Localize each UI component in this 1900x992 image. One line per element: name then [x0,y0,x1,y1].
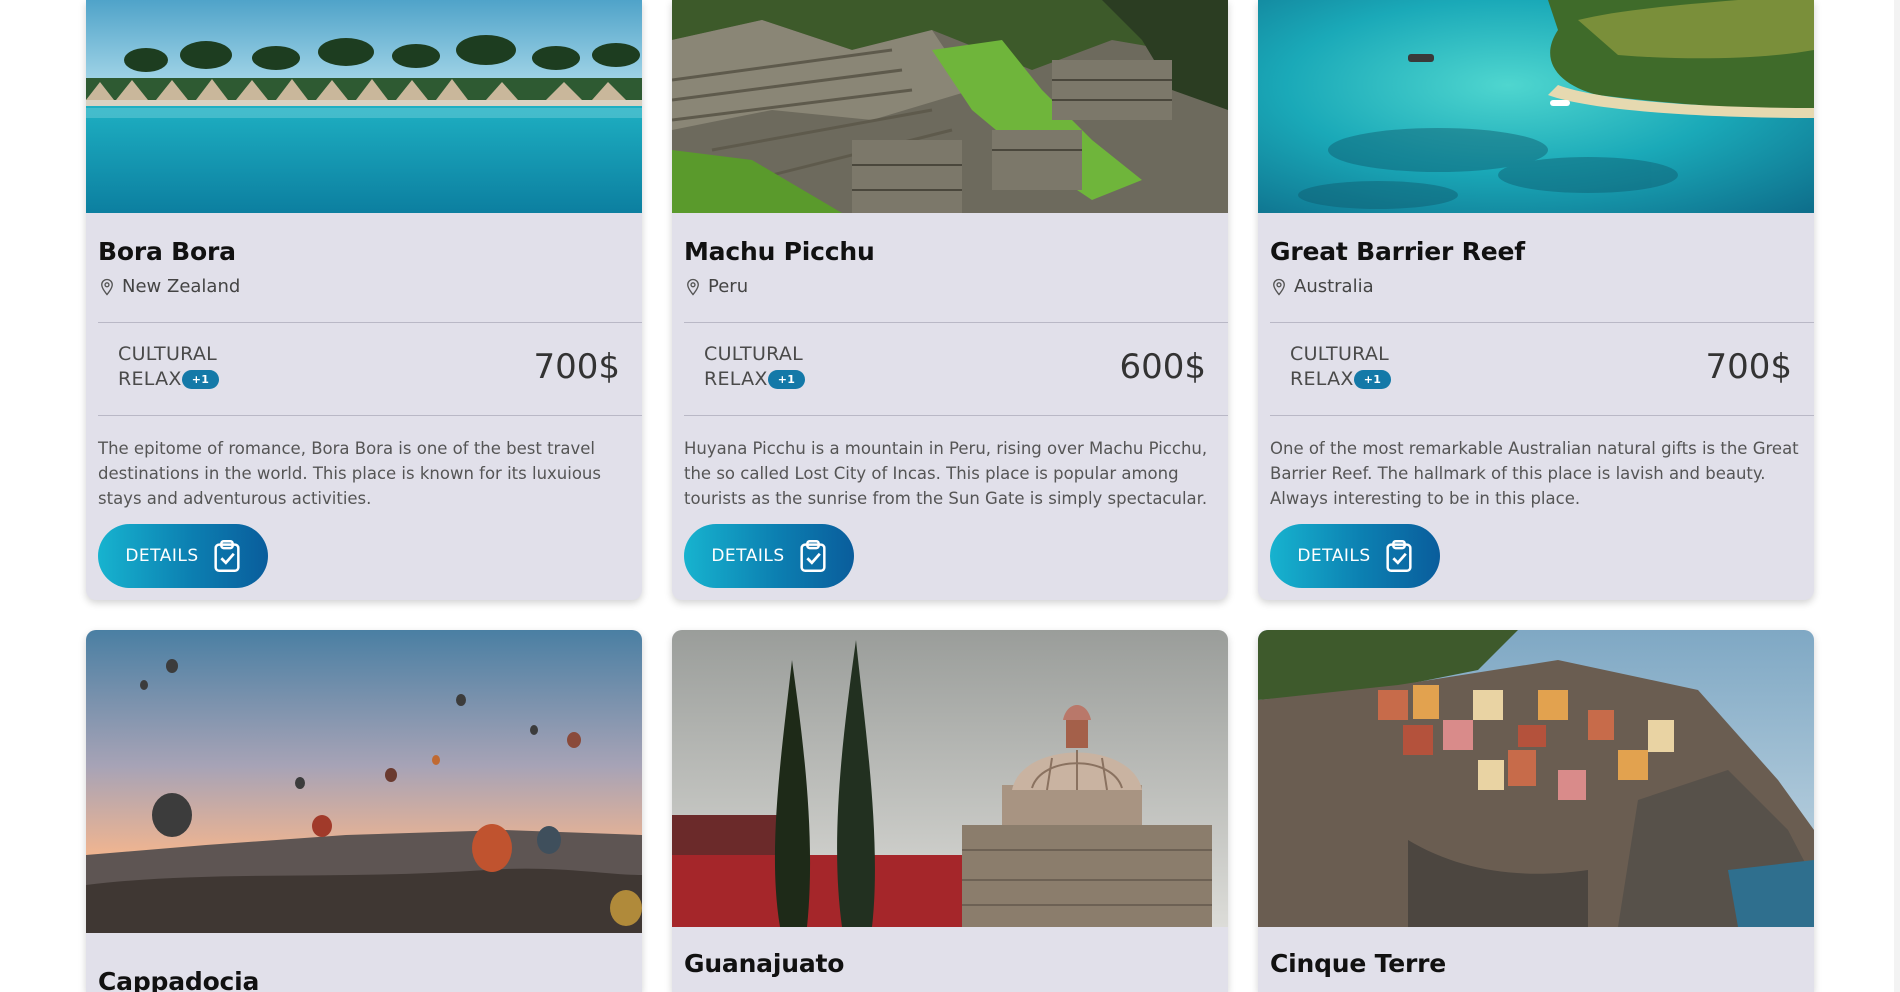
destination-image-cinque-terre [1258,630,1814,927]
destination-title: Cappadocia [98,967,260,992]
destination-card-great-barrier-reef: Great Barrier Reef Australia CULTURAL RE… [1258,0,1814,600]
tag-cultural: CULTURAL [704,343,804,365]
destination-price: 700$ [1705,347,1792,387]
divider [684,415,1228,416]
destination-price: 600$ [1119,347,1206,387]
destination-location-label: New Zealand [122,276,241,297]
divider [684,322,1228,323]
more-tags-badge[interactable]: +1 [767,370,806,389]
more-tags-badge[interactable]: +1 [181,370,220,389]
destination-card-guanajuato: Guanajuato [672,630,1228,992]
clipboard-check-icon [1386,540,1412,572]
destinations-page: Bora Bora New Zealand CULTURAL RELAX +1 7… [0,0,1900,992]
destination-card-machu-picchu: Machu Picchu Peru CULTURAL RELAX +1 600$ … [672,0,1228,600]
destination-image-cappadocia [86,630,642,933]
destination-title: Bora Bora [98,237,236,266]
destination-image-bora-bora [86,0,642,213]
destination-location-label: Australia [1294,276,1374,297]
divider [1270,322,1814,323]
tag-cultural: CULTURAL [1290,343,1390,365]
destination-title: Guanajuato [684,949,845,978]
destination-tags: CULTURAL RELAX +1 [1290,342,1392,392]
destination-image-great-barrier-reef [1258,0,1814,213]
destination-title: Great Barrier Reef [1270,237,1525,266]
clipboard-check-icon [800,540,826,572]
tag-line: RELAX +1 [704,367,806,392]
details-button-label: DETAILS [125,546,199,566]
map-pin-icon [687,278,699,296]
destination-card-bora-bora: Bora Bora New Zealand CULTURAL RELAX +1 7… [86,0,642,600]
destination-image-machu-picchu [672,0,1228,213]
tag-line: RELAX +1 [1290,367,1392,392]
destination-title: Machu Picchu [684,237,875,266]
destination-image-guanajuato [672,630,1228,927]
details-button[interactable]: DETAILS [684,524,854,588]
tag-relax: RELAX [704,368,768,390]
destination-description: The epitome of romance, Bora Bora is one… [98,439,601,508]
tag-cultural: CULTURAL [118,343,218,365]
map-pin-icon [101,278,113,296]
details-button-label: DETAILS [711,546,785,566]
destination-description: One of the most remarkable Australian na… [1270,439,1799,508]
destination-location: New Zealand [98,276,240,297]
destination-card-cappadocia: Cappadocia [86,630,642,992]
destination-tags: CULTURAL RELAX +1 [118,342,220,392]
destination-description: Huyana Picchu is a mountain in Peru, ris… [684,439,1208,508]
divider [98,415,642,416]
map-pin-icon [1273,278,1285,296]
tag-line: RELAX +1 [118,367,220,392]
details-button[interactable]: DETAILS [1270,524,1440,588]
destination-location: Peru [684,276,748,297]
details-button-label: DETAILS [1297,546,1371,566]
destination-title: Cinque Terre [1270,949,1446,978]
divider [98,322,642,323]
more-tags-badge[interactable]: +1 [1353,370,1392,389]
destination-location-label: Peru [708,276,749,297]
divider [1270,415,1814,416]
clipboard-check-icon [214,540,240,572]
destination-tags: CULTURAL RELAX +1 [704,342,806,392]
details-button[interactable]: DETAILS [98,524,268,588]
tag-relax: RELAX [1290,368,1354,390]
destination-price: 700$ [533,347,620,387]
destination-location: Australia [1270,276,1374,297]
tag-relax: RELAX [118,368,182,390]
destination-card-cinque-terre: Cinque Terre [1258,630,1814,992]
scrollbar[interactable] [1894,0,1900,992]
